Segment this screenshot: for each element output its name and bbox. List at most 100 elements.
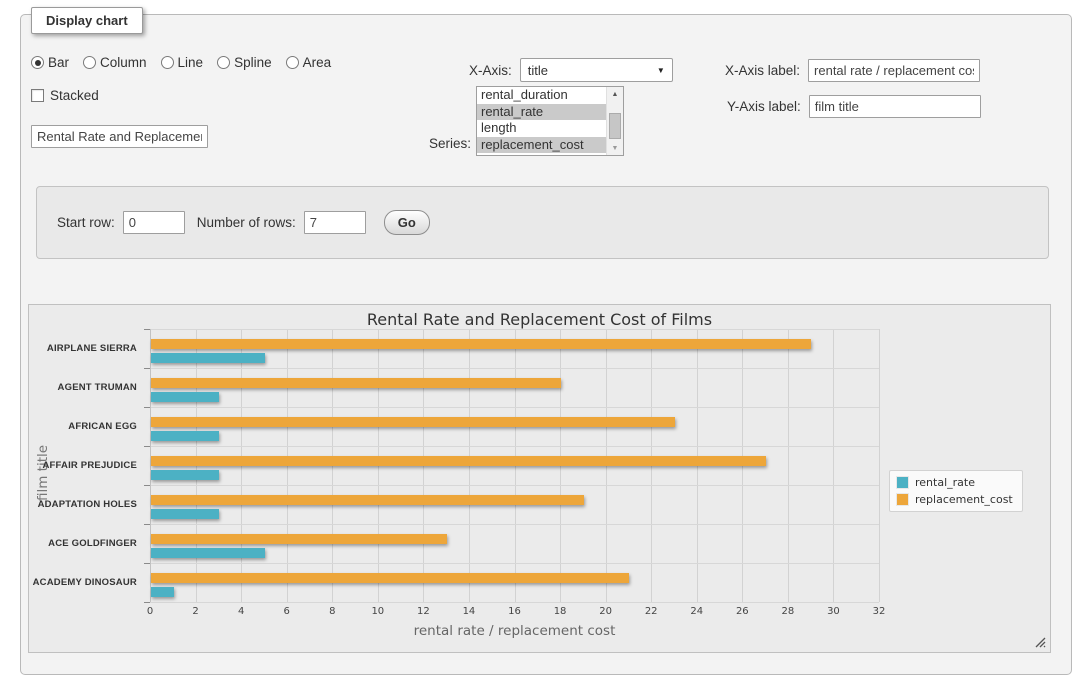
rows-panel: Start row: Number of rows: Go: [36, 186, 1049, 259]
rental_rate-bar[interactable]: [151, 548, 265, 558]
radio-icon: [286, 56, 299, 69]
replacement_cost-bar[interactable]: [151, 534, 447, 544]
x-tick-label: 14: [463, 606, 476, 617]
replacement_cost-bar[interactable]: [151, 417, 675, 427]
x-tick-labels: 02468101214161820222426283032: [150, 606, 879, 620]
stacked-checkbox[interactable]: [31, 89, 44, 102]
series-listbox[interactable]: rental_durationrental_ratelengthreplacem…: [476, 86, 624, 156]
stacked-checkbox-row[interactable]: Stacked: [31, 88, 99, 103]
series-options: rental_durationrental_ratelengthreplacem…: [477, 87, 623, 153]
category-label: AFFAIR PREJUDICE: [31, 446, 143, 485]
rental_rate-bar[interactable]: [151, 587, 174, 597]
chart-type-radio-bar[interactable]: Bar: [31, 55, 69, 70]
x-axis-select-label: X-Axis:: [469, 63, 512, 78]
category-label: ACE GOLDFINGER: [31, 524, 143, 563]
scroll-up-icon[interactable]: ▲: [607, 87, 623, 101]
chart-title: Rental Rate and Replacement Cost of Film…: [29, 310, 1050, 329]
legend-swatch-icon: [896, 476, 909, 489]
series-scrollbar[interactable]: ▲ ▼: [606, 87, 623, 155]
num-rows-label: Number of rows:: [197, 215, 296, 230]
series-label: Series:: [429, 136, 471, 151]
x-tick-label: 0: [147, 606, 153, 617]
chart-title-input[interactable]: [31, 125, 208, 148]
x-tick-label: 26: [736, 606, 749, 617]
start-row-input[interactable]: [123, 211, 185, 234]
category-labels: AIRPLANE SIERRAAGENT TRUMANAFRICAN EGGAF…: [31, 329, 143, 602]
chart-type-radio-column[interactable]: Column: [83, 55, 147, 70]
axis-tick: [144, 602, 150, 603]
chevron-down-icon: ▼: [657, 66, 665, 75]
go-button[interactable]: Go: [384, 210, 430, 235]
chart-type-label: Area: [303, 55, 332, 70]
x-axis-select[interactable]: title ▼: [520, 58, 673, 82]
legend-item-rental_rate[interactable]: rental_rate: [896, 476, 1013, 489]
y-axis-label-label: Y-Axis label:: [727, 99, 801, 114]
series-option[interactable]: replacement_cost: [477, 137, 623, 154]
rental_rate-bar[interactable]: [151, 392, 219, 402]
chart-x-axis-title: rental rate / replacement cost: [150, 623, 879, 639]
chart-type-radio-line[interactable]: Line: [161, 55, 204, 70]
series-option[interactable]: rental_rate: [477, 104, 623, 121]
x-tick-label: 2: [192, 606, 198, 617]
radio-icon: [31, 56, 44, 69]
category-label: AFRICAN EGG: [31, 407, 143, 446]
chart-type-radio-group: Bar Column Line Spline Area: [31, 55, 341, 70]
x-axis-label-label: X-Axis label:: [725, 63, 800, 78]
rental_rate-bar[interactable]: [151, 353, 265, 363]
x-tick-label: 28: [782, 606, 795, 617]
gridline: [150, 485, 879, 486]
chart-type-label: Bar: [48, 55, 69, 70]
replacement_cost-bar[interactable]: [151, 573, 629, 583]
rental_rate-bar[interactable]: [151, 509, 219, 519]
x-tick-label: 30: [827, 606, 840, 617]
legend-item-replacement_cost[interactable]: replacement_cost: [896, 493, 1013, 506]
category-label: AGENT TRUMAN: [31, 368, 143, 407]
replacement_cost-bar[interactable]: [151, 339, 811, 349]
radio-icon: [83, 56, 96, 69]
display-chart-panel: Display chart BarColumnLineSplineArea St…: [20, 14, 1072, 675]
legend-swatch-icon: [896, 493, 909, 506]
chart-type-label: Column: [100, 55, 147, 70]
resize-grip-icon[interactable]: [1035, 637, 1046, 648]
x-axis-select-row: X-Axis: title ▼: [469, 58, 673, 82]
rows-panel-inner: Start row: Number of rows: Go: [57, 187, 430, 258]
x-axis-label-row: X-Axis label:: [725, 59, 980, 82]
chart-type-radio-area[interactable]: Area: [286, 55, 332, 70]
gridline: [150, 524, 879, 525]
scrollbar-thumb[interactable]: [609, 113, 621, 139]
radio-icon: [217, 56, 230, 69]
gridline: [150, 368, 879, 369]
x-axis-selected-value: title: [528, 63, 548, 78]
chart-type-radio-spline[interactable]: Spline: [217, 55, 272, 70]
y-axis-label-row: Y-Axis label:: [727, 95, 981, 118]
rental_rate-bar[interactable]: [151, 431, 219, 441]
stacked-label: Stacked: [50, 88, 99, 103]
x-tick-label: 12: [417, 606, 430, 617]
radio-dot: [35, 60, 41, 66]
scroll-down-icon[interactable]: ▼: [607, 141, 623, 155]
category-label: AIRPLANE SIERRA: [31, 329, 143, 368]
legend-label: replacement_cost: [915, 493, 1013, 506]
series-row: Series: rental_durationrental_ratelength…: [476, 86, 624, 156]
x-tick-label: 8: [329, 606, 335, 617]
replacement_cost-bar[interactable]: [151, 456, 766, 466]
category-label: ADAPTATION HOLES: [31, 485, 143, 524]
gridline: [788, 329, 789, 602]
x-tick-label: 22: [645, 606, 658, 617]
gridline: [833, 329, 834, 602]
x-tick-label: 10: [371, 606, 384, 617]
plot-area: [150, 329, 879, 602]
replacement_cost-bar[interactable]: [151, 495, 584, 505]
gridline: [150, 407, 879, 408]
category-label: ACADEMY DINOSAUR: [31, 563, 143, 602]
num-rows-input[interactable]: [304, 211, 366, 234]
replacement_cost-bar[interactable]: [151, 378, 561, 388]
chart-type-label: Spline: [234, 55, 272, 70]
x-tick-label: 6: [284, 606, 290, 617]
y-axis-label-input[interactable]: [809, 95, 981, 118]
series-option[interactable]: length: [477, 120, 623, 137]
x-axis-label-input[interactable]: [808, 59, 980, 82]
rental_rate-bar[interactable]: [151, 470, 219, 480]
series-option[interactable]: rental_duration: [477, 87, 623, 104]
gridline: [150, 329, 879, 330]
